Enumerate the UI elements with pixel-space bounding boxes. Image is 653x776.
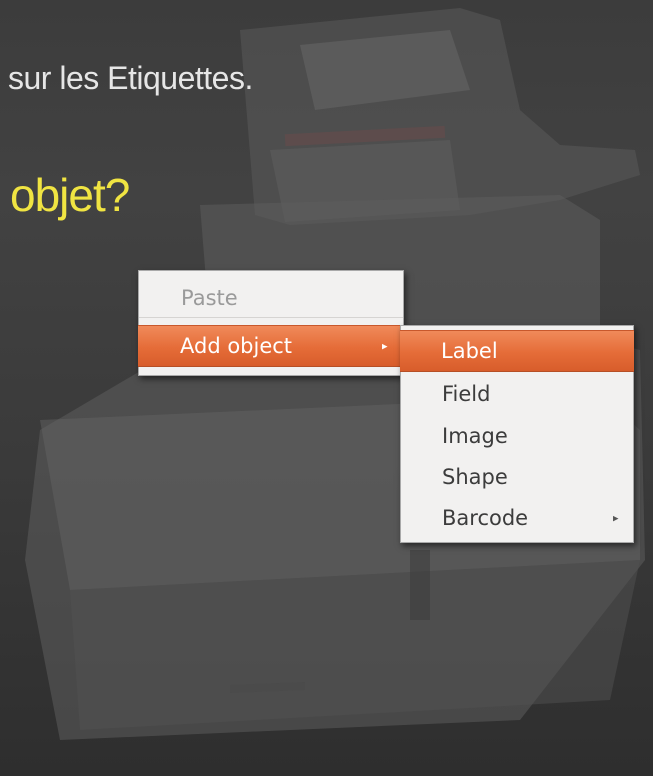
submenu-item-shape-text: Shape <box>442 465 508 489</box>
context-menu: Paste Add object ▸ <box>138 270 404 376</box>
menu-item-paste[interactable]: Paste <box>139 277 403 319</box>
submenu-item-label[interactable]: Label <box>400 330 634 372</box>
menu-item-paste-label: Paste <box>181 286 238 310</box>
menu-item-add-object[interactable]: Add object ▸ <box>138 325 404 367</box>
submenu-item-shape[interactable]: Shape <box>401 456 633 498</box>
chevron-right-icon: ▸ <box>613 511 619 525</box>
headline-line-1: sur les Etiquettes. <box>8 60 253 96</box>
headline-line-2: objet? <box>10 169 130 221</box>
submenu-item-field-text: Field <box>442 382 491 406</box>
add-object-submenu: Label Field Image Shape Barcode ▸ <box>400 325 634 543</box>
submenu-item-field[interactable]: Field <box>401 373 633 415</box>
submenu-item-barcode-text: Barcode <box>442 506 529 530</box>
menu-item-add-object-label: Add object <box>180 334 293 358</box>
submenu-item-barcode[interactable]: Barcode ▸ <box>401 497 633 539</box>
menu-separator <box>139 317 403 318</box>
submenu-item-label-text: Label <box>441 339 498 363</box>
submenu-item-image[interactable]: Image <box>401 415 633 457</box>
chevron-right-icon: ▸ <box>382 339 388 353</box>
submenu-item-image-text: Image <box>442 424 508 448</box>
